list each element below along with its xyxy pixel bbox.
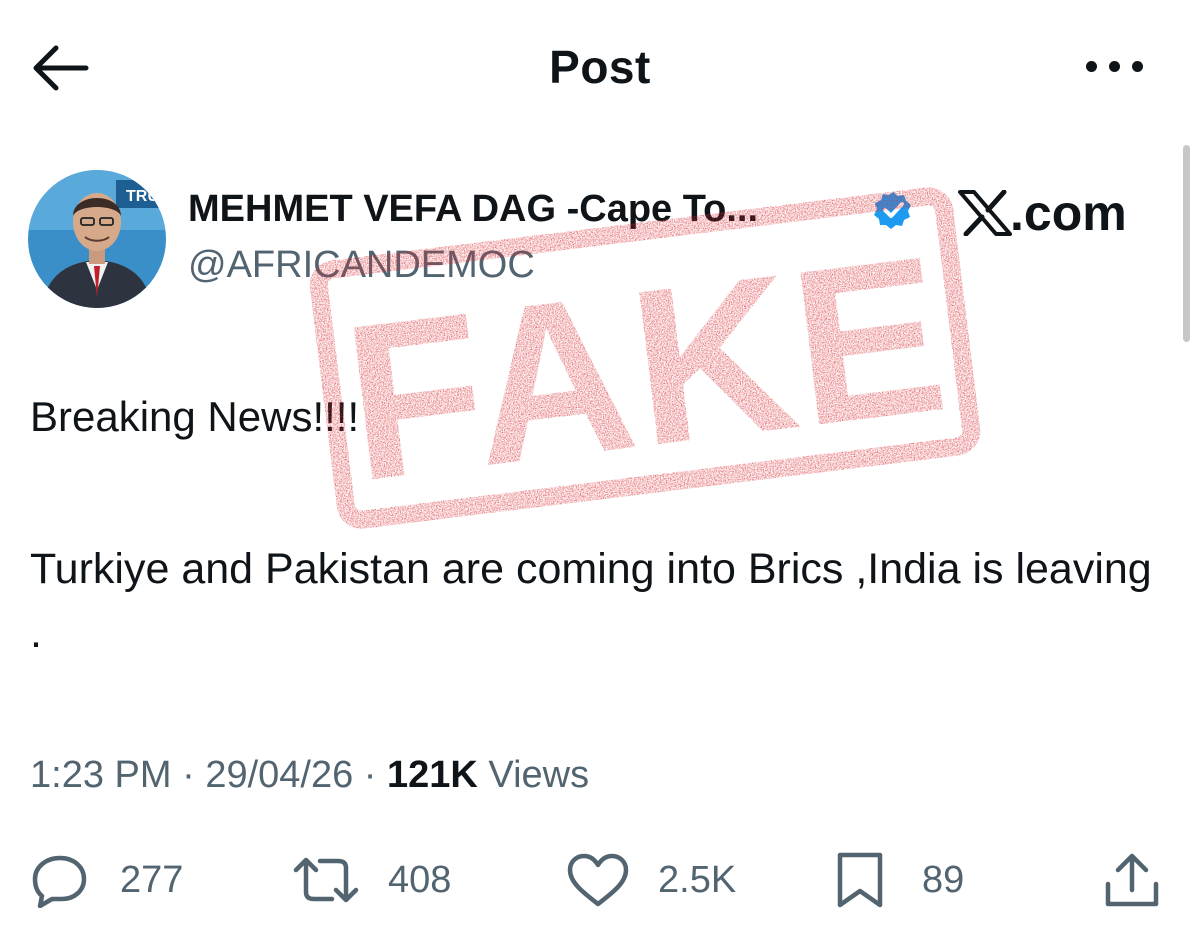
scrollbar[interactable] xyxy=(1183,145,1190,342)
tweet-date[interactable]: 29/04/26 xyxy=(205,754,353,796)
tweet-text-headline: Breaking News!!!! xyxy=(30,393,360,440)
page-title: Post xyxy=(549,41,651,93)
like-button[interactable]: 2.5K xyxy=(566,850,736,910)
more-options-button[interactable] xyxy=(1082,54,1148,78)
verified-badge-icon xyxy=(873,190,913,230)
avatar-badge-text: TRU xyxy=(126,188,159,205)
bookmark-icon xyxy=(837,852,883,908)
post-page: Post TRU MEHMET VEFA DAG -Cape To... @AF… xyxy=(0,0,1200,941)
heart-icon xyxy=(567,853,629,907)
tweet-meta: 1:23 PM · 29/04/26 · 121K Views xyxy=(30,754,589,797)
share-button[interactable] xyxy=(1100,850,1164,910)
views-count: 121K xyxy=(387,754,478,796)
reply-button[interactable]: 277 xyxy=(30,850,183,910)
tweet-text-body: Turkiye and Pakistan are coming into Bri… xyxy=(30,545,1152,657)
reply-count: 277 xyxy=(120,858,184,901)
tweet-time[interactable]: 1:23 PM xyxy=(30,754,172,796)
avatar[interactable]: TRU xyxy=(28,170,166,308)
repost-icon xyxy=(293,857,359,903)
views-label: Views xyxy=(488,754,590,796)
x-com-watermark: .com xyxy=(958,185,1127,241)
repost-count: 408 xyxy=(388,858,452,901)
dot-icon xyxy=(1086,61,1097,72)
bookmark-count: 89 xyxy=(922,858,965,901)
profile-photo: TRU xyxy=(28,170,166,308)
repost-button[interactable]: 408 xyxy=(292,850,451,910)
meta-separator: · xyxy=(182,754,195,796)
author-display-name[interactable]: MEHMET VEFA DAG -Cape To... xyxy=(188,188,758,231)
reply-icon xyxy=(32,855,87,908)
like-count: 2.5K xyxy=(658,858,737,901)
author-handle[interactable]: @AFRICANDEMOC xyxy=(188,244,535,287)
dot-icon xyxy=(1109,61,1120,72)
x-logo-domain: .com xyxy=(1010,185,1127,241)
fake-stamp: FAKE xyxy=(309,187,981,529)
x-logo-icon xyxy=(958,190,1012,236)
dot-icon xyxy=(1132,61,1143,72)
share-icon xyxy=(1105,853,1159,907)
meta-separator: · xyxy=(363,754,377,796)
bookmark-button[interactable]: 89 xyxy=(832,850,964,910)
